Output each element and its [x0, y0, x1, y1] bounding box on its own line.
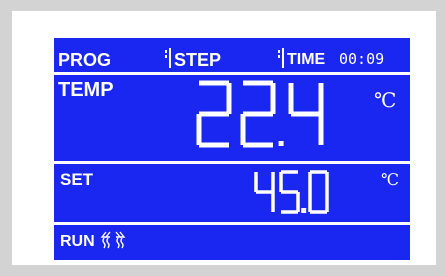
step-label: STEP — [174, 50, 222, 70]
set-value-decimal-point — [301, 208, 307, 213]
temp-label: TEMP — [58, 79, 114, 101]
step-dot-separator — [165, 55, 167, 58]
set-label: SET — [60, 170, 94, 189]
header-divider — [54, 72, 410, 75]
step-dot-separator — [165, 50, 167, 53]
set-value-display — [254, 170, 329, 214]
temp-value-display — [196, 80, 324, 148]
set-unit: ℃ — [381, 170, 399, 189]
time-label: TIME — [287, 51, 326, 68]
time-value: 00:09 — [339, 50, 385, 68]
time-separator — [282, 48, 284, 68]
time-dot-separator — [278, 50, 280, 53]
temp-unit: ℃ — [374, 88, 397, 112]
run-label: RUN — [60, 233, 95, 250]
temp-divider — [54, 161, 410, 164]
step-separator — [169, 48, 171, 68]
temp-value-decimal-point — [278, 141, 284, 146]
set-divider — [54, 222, 410, 225]
prog-label: PROG — [58, 50, 112, 70]
lcd-display: PROG STEP TIME 00:09 TEMP ℃ SET ℃ RUN — [54, 38, 410, 260]
heating-waves-icon — [100, 231, 126, 249]
time-dot-separator — [278, 55, 280, 58]
